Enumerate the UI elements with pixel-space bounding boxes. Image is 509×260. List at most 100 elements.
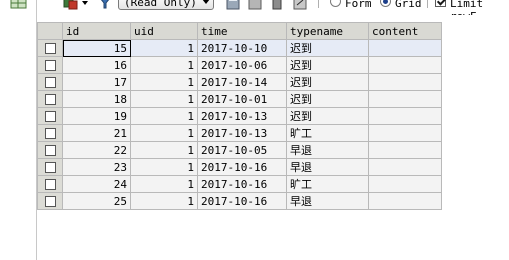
row-select-cell[interactable] <box>37 39 63 57</box>
column-header-content[interactable]: content <box>368 22 442 40</box>
table-row[interactable]: 15 1 2017-10-10 迟到 <box>37 39 442 57</box>
row-select-cell[interactable] <box>37 192 63 210</box>
cell-uid[interactable]: 1 <box>130 141 198 159</box>
cell-id[interactable]: 21 <box>62 124 131 142</box>
cell-typename[interactable]: 迟到 <box>286 56 369 74</box>
cell-time[interactable]: 2017-10-16 <box>197 175 287 193</box>
grid-view-icon[interactable] <box>8 0 30 11</box>
cell-time[interactable]: 2017-10-06 <box>197 56 287 74</box>
row-select-cell[interactable] <box>37 175 63 193</box>
left-gutter <box>0 0 37 260</box>
cell-uid[interactable]: 1 <box>130 192 198 210</box>
row-checkbox[interactable] <box>44 59 56 71</box>
cell-typename[interactable]: 迟到 <box>286 39 369 57</box>
cell-id[interactable]: 23 <box>62 158 131 176</box>
row-select-cell[interactable] <box>37 73 63 91</box>
cell-uid[interactable]: 1 <box>130 107 198 125</box>
cell-time[interactable]: 2017-10-16 <box>197 158 287 176</box>
row-select-cell[interactable] <box>37 90 63 108</box>
limit-rows-checkbox[interactable] <box>435 0 446 7</box>
cell-content[interactable] <box>368 39 442 57</box>
cell-uid[interactable]: 1 <box>130 175 198 193</box>
table-row[interactable]: 21 1 2017-10-13 旷工 <box>37 124 442 142</box>
chevron-down-icon[interactable] <box>80 0 90 11</box>
form-view-radio[interactable] <box>330 0 341 7</box>
cell-typename[interactable]: 迟到 <box>286 90 369 108</box>
read-only-mode-select[interactable]: (Read Only) <box>118 0 214 10</box>
grid-view-radio[interactable] <box>380 0 391 7</box>
table-row[interactable]: 16 1 2017-10-06 迟到 <box>37 56 442 74</box>
cell-uid[interactable]: 1 <box>130 56 198 74</box>
row-select-cell[interactable] <box>37 141 63 159</box>
cell-content[interactable] <box>368 56 442 74</box>
cell-content[interactable] <box>368 73 442 91</box>
table-row[interactable]: 24 1 2017-10-16 旷工 <box>37 175 442 193</box>
cell-typename[interactable]: 早退 <box>286 158 369 176</box>
cell-time[interactable]: 2017-10-01 <box>197 90 287 108</box>
row-checkbox[interactable] <box>44 178 56 190</box>
cell-time[interactable]: 2017-10-14 <box>197 73 287 91</box>
delete-icon[interactable] <box>269 0 285 11</box>
row-checkbox[interactable] <box>44 127 56 139</box>
cell-time[interactable]: 2017-10-13 <box>197 107 287 125</box>
table-row[interactable]: 17 1 2017-10-14 迟到 <box>37 73 442 91</box>
export-icon[interactable] <box>62 0 80 11</box>
cell-content[interactable] <box>368 192 442 210</box>
cell-id[interactable]: 22 <box>62 141 131 159</box>
mode-select-value: (Read Only) <box>124 0 197 9</box>
cell-uid[interactable]: 1 <box>130 124 198 142</box>
cell-uid[interactable]: 1 <box>130 90 198 108</box>
row-checkbox[interactable] <box>44 144 56 156</box>
cell-typename[interactable]: 早退 <box>286 192 369 210</box>
cell-id[interactable]: 17 <box>62 73 131 91</box>
cell-content[interactable] <box>368 158 442 176</box>
table-row[interactable]: 19 1 2017-10-13 迟到 <box>37 107 442 125</box>
grid-header-row: id uid time typename content <box>37 22 442 40</box>
row-checkbox[interactable] <box>44 42 56 54</box>
cell-uid[interactable]: 1 <box>130 73 198 91</box>
filter-icon[interactable] <box>96 0 114 11</box>
cell-typename[interactable]: 旷工 <box>286 124 369 142</box>
row-select-cell[interactable] <box>37 107 63 125</box>
table-row[interactable]: 18 1 2017-10-01 迟到 <box>37 90 442 108</box>
row-select-cell[interactable] <box>37 158 63 176</box>
cell-content[interactable] <box>368 141 442 159</box>
cell-content[interactable] <box>368 124 442 142</box>
cell-time[interactable]: 2017-10-16 <box>197 192 287 210</box>
cell-content[interactable] <box>368 107 442 125</box>
cell-typename[interactable]: 早退 <box>286 141 369 159</box>
cell-typename[interactable]: 旷工 <box>286 175 369 193</box>
cell-typename[interactable]: 迟到 <box>286 73 369 91</box>
table-row[interactable]: 25 1 2017-10-16 早退 <box>37 192 442 210</box>
table-row[interactable]: 22 1 2017-10-05 早退 <box>37 141 442 159</box>
row-select-cell[interactable] <box>37 56 63 74</box>
cell-id[interactable]: 16 <box>62 56 131 74</box>
cell-uid[interactable]: 1 <box>130 39 198 57</box>
cell-id[interactable]: 15 <box>62 39 131 57</box>
cell-id[interactable]: 24 <box>62 175 131 193</box>
refresh-icon[interactable] <box>292 0 308 11</box>
cell-id[interactable]: 19 <box>62 107 131 125</box>
cell-time[interactable]: 2017-10-10 <box>197 39 287 57</box>
cell-time[interactable]: 2017-10-05 <box>197 141 287 159</box>
cell-typename[interactable]: 迟到 <box>286 107 369 125</box>
cell-content[interactable] <box>368 175 442 193</box>
row-select-cell[interactable] <box>37 124 63 142</box>
cell-id[interactable]: 18 <box>62 90 131 108</box>
row-checkbox[interactable] <box>44 76 56 88</box>
cell-uid[interactable]: 1 <box>130 158 198 176</box>
cell-content[interactable] <box>368 90 442 108</box>
save-icon[interactable] <box>225 0 241 11</box>
cell-time[interactable]: 2017-10-13 <box>197 124 287 142</box>
copy-icon[interactable] <box>247 0 263 11</box>
column-header-id[interactable]: id <box>62 22 131 40</box>
row-checkbox[interactable] <box>44 110 56 122</box>
column-header-uid[interactable]: uid <box>130 22 198 40</box>
row-checkbox[interactable] <box>44 93 56 105</box>
table-row[interactable]: 23 1 2017-10-16 早退 <box>37 158 442 176</box>
cell-id[interactable]: 25 <box>62 192 131 210</box>
row-checkbox[interactable] <box>44 161 56 173</box>
column-header-time[interactable]: time <box>197 22 287 40</box>
column-header-typename[interactable]: typename <box>286 22 369 40</box>
row-checkbox[interactable] <box>44 195 56 207</box>
